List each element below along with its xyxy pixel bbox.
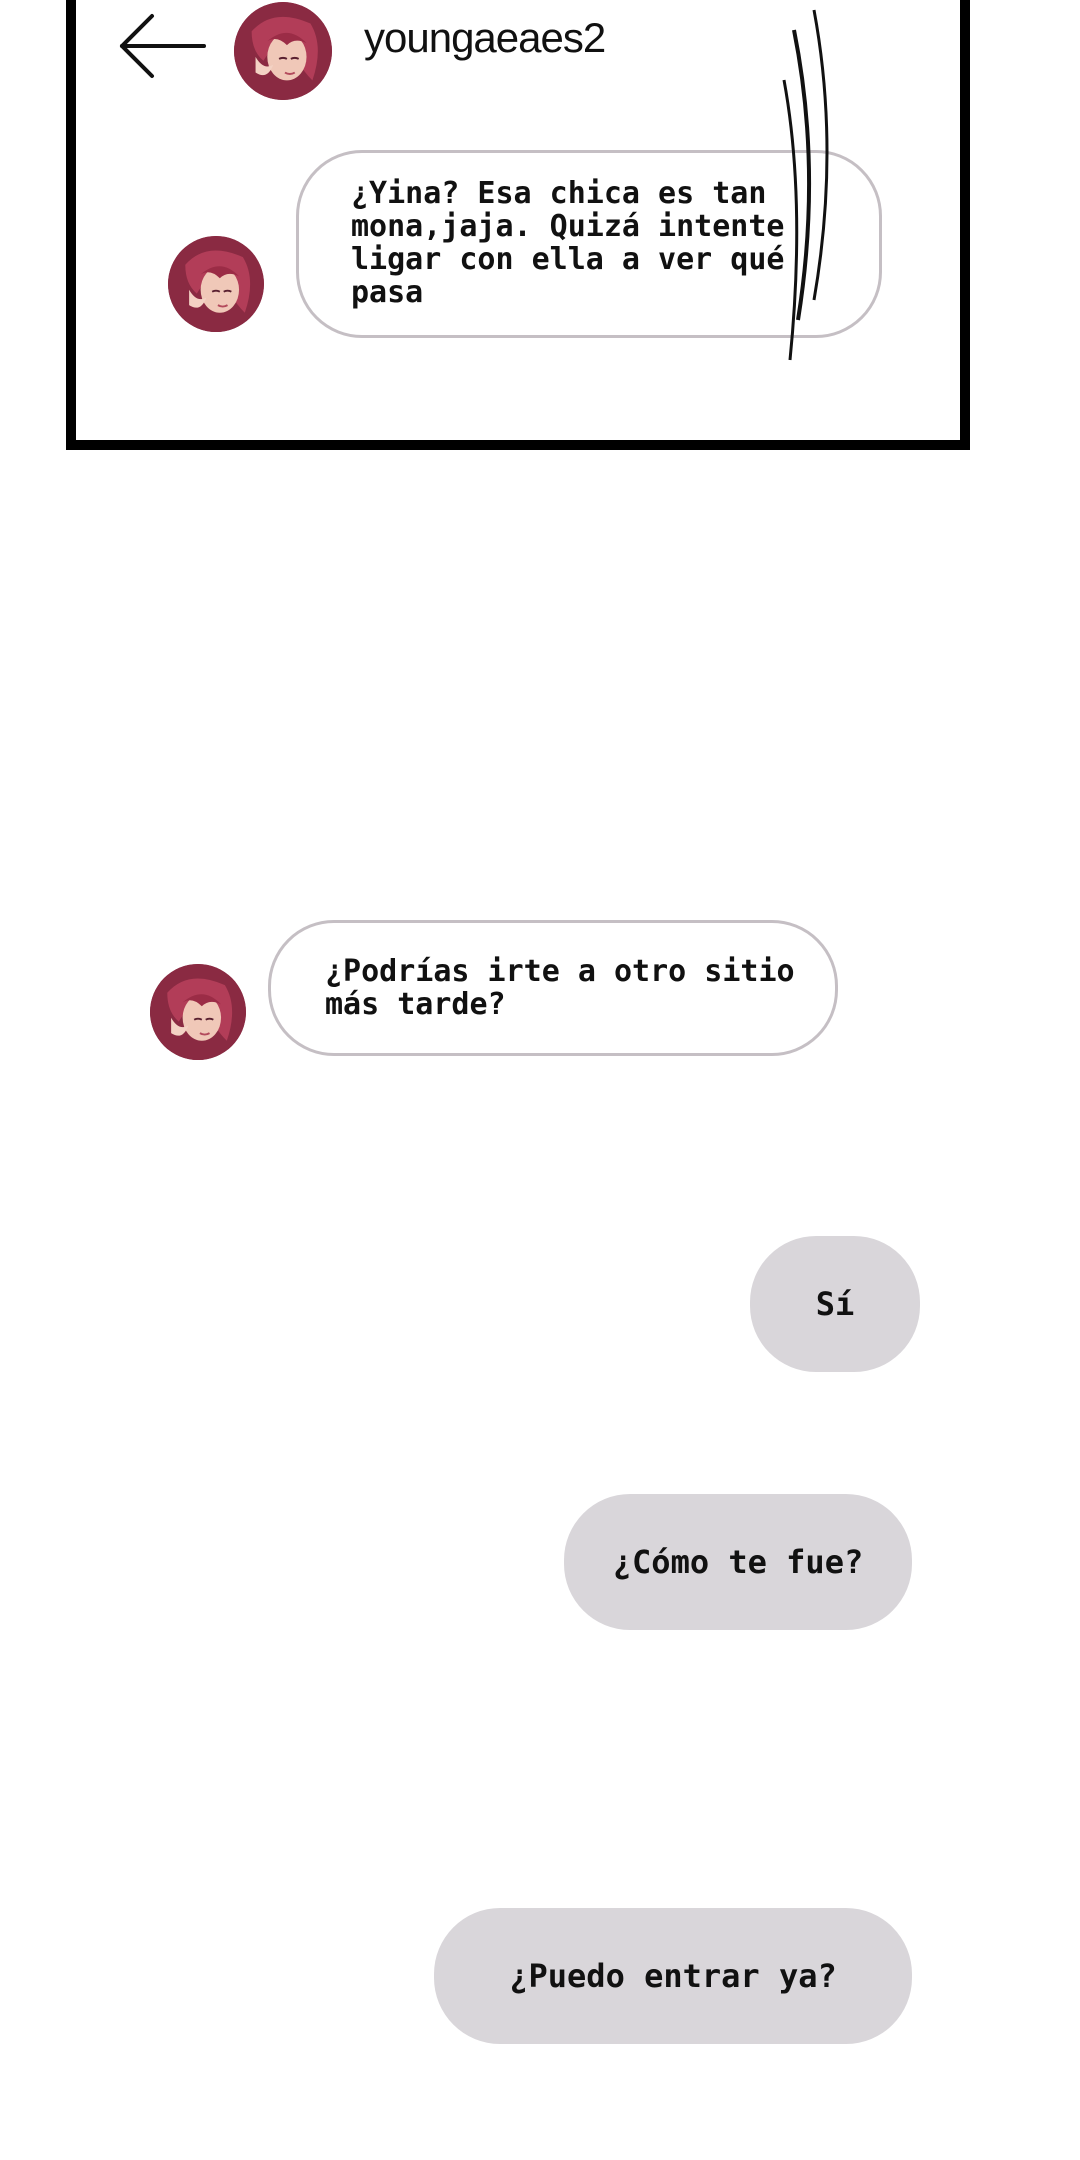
message-text: Sí xyxy=(815,1285,855,1323)
outgoing-message-bubble: Sí xyxy=(750,1236,920,1372)
message-text: ¿Yina? Esa chica es tan mona,jaja. Quizá… xyxy=(351,176,785,310)
back-arrow-icon[interactable] xyxy=(118,12,208,82)
incoming-message-bubble: ¿Podrías irte a otro sitio más tarde? xyxy=(268,920,838,1056)
chat-username: youngaeaes2 xyxy=(364,14,606,61)
message-text: ¿Podrías irte a otro sitio más tarde? xyxy=(325,954,795,1022)
header-avatar[interactable] xyxy=(234,2,332,100)
avatar-icon xyxy=(234,2,332,100)
outgoing-message-bubble: ¿Cómo te fue? xyxy=(564,1494,912,1630)
avatar-icon xyxy=(168,236,264,332)
message-text: ¿Puedo entrar ya? xyxy=(509,1957,837,1995)
outgoing-message-bubble: ¿Puedo entrar ya? xyxy=(434,1908,912,2044)
message-text: ¿Cómo te fue? xyxy=(612,1543,864,1581)
sender-avatar xyxy=(150,964,246,1060)
motion-lines-decoration xyxy=(782,9,829,361)
sender-avatar xyxy=(168,236,264,332)
avatar-icon xyxy=(150,964,246,1060)
